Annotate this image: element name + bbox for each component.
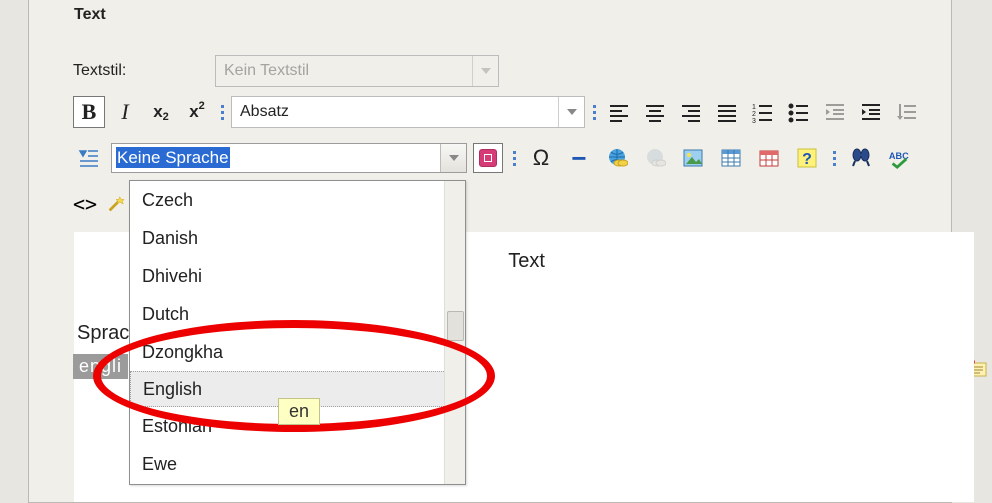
superscript-button[interactable]: x2 xyxy=(181,96,213,128)
language-dropdown[interactable]: Czech Danish Dhivehi Dutch Dzongkha Engl… xyxy=(129,180,466,485)
svg-text:2: 2 xyxy=(752,111,756,118)
section-title: Text xyxy=(74,6,106,24)
dropdown-item-czech[interactable]: Czech xyxy=(130,181,446,219)
outdent-button[interactable] xyxy=(819,96,851,128)
tooltip: en xyxy=(278,398,320,425)
language-combo-text: Keine Sprache xyxy=(112,146,440,170)
chevron-down-icon[interactable] xyxy=(440,144,466,172)
hr-button[interactable]: − xyxy=(563,142,595,174)
link-button[interactable] xyxy=(601,142,633,174)
svg-text:1: 1 xyxy=(752,104,756,111)
align-justify-button[interactable] xyxy=(711,96,743,128)
dropdown-item-ewe[interactable]: Ewe xyxy=(130,445,446,483)
bold-button[interactable]: B xyxy=(73,96,105,128)
row-formatting: B I x2 x2 Absatz xyxy=(73,94,976,130)
align-right-button[interactable] xyxy=(675,96,707,128)
body-label-fragment: Sprac xyxy=(77,322,129,345)
row-textstil: Textstil: Kein Textstil xyxy=(73,54,976,88)
dropdown-item-dhivehi[interactable]: Dhivehi xyxy=(130,257,446,295)
calendar-button[interactable] xyxy=(753,142,785,174)
paragraph-select[interactable]: Absatz xyxy=(231,96,585,128)
dropdown-item-danish[interactable]: Danish xyxy=(130,219,446,257)
separator-icon xyxy=(829,151,839,166)
dropdown-item-dutch[interactable]: Dutch xyxy=(130,295,446,333)
separator-icon xyxy=(589,105,599,120)
text-panel: Text Textstil: Kein Textstil B I x2 x2 A… xyxy=(28,0,952,503)
svg-text:3: 3 xyxy=(752,118,756,123)
spellcheck-button[interactable]: ABC xyxy=(883,142,915,174)
paragraph-value: Absatz xyxy=(232,103,558,121)
align-left-button[interactable] xyxy=(603,96,635,128)
align-center-button[interactable] xyxy=(639,96,671,128)
dropdown-item-dzongkha[interactable]: Dzongkha xyxy=(130,333,446,371)
find-button[interactable] xyxy=(845,142,877,174)
subscript-button[interactable]: x2 xyxy=(145,96,177,128)
chevron-down-icon xyxy=(472,56,498,86)
separator-icon xyxy=(509,151,519,166)
separator-icon xyxy=(217,105,227,120)
table-button[interactable] xyxy=(715,142,747,174)
dropdown-item-faeroese[interactable]: Faeroese xyxy=(130,483,446,484)
help-button[interactable]: ? xyxy=(791,142,823,174)
sort-button[interactable] xyxy=(891,96,923,128)
svg-text:?: ? xyxy=(802,151,812,168)
numbered-list-button[interactable]: 123 xyxy=(747,96,779,128)
special-char-button[interactable]: Ω xyxy=(525,142,557,174)
textstil-value: Kein Textstil xyxy=(216,62,472,80)
source-code-button[interactable]: <> xyxy=(73,192,97,216)
wand-icon[interactable] xyxy=(103,191,129,217)
scrollbar-thumb[interactable] xyxy=(447,311,464,341)
language-combo[interactable]: Keine Sprache xyxy=(111,143,467,173)
textstil-label: Textstil: xyxy=(73,62,215,80)
indent-button[interactable] xyxy=(855,96,887,128)
dropdown-scrollbar[interactable] xyxy=(444,181,465,484)
italic-button[interactable]: I xyxy=(109,96,141,128)
content-suffix: Text xyxy=(508,250,545,273)
unlink-button[interactable] xyxy=(639,142,671,174)
chevron-down-icon xyxy=(558,97,584,127)
row-language: Keine Sprache Ω − xyxy=(73,140,976,176)
indent-marker-button[interactable] xyxy=(73,142,105,174)
textstil-select[interactable]: Kein Textstil xyxy=(215,55,499,87)
marker-square-button[interactable] xyxy=(473,143,503,173)
image-button[interactable] xyxy=(677,142,709,174)
selected-word: engli xyxy=(73,354,128,379)
bullet-list-button[interactable] xyxy=(783,96,815,128)
language-dropdown-list: Czech Danish Dhivehi Dutch Dzongkha Engl… xyxy=(130,181,446,484)
